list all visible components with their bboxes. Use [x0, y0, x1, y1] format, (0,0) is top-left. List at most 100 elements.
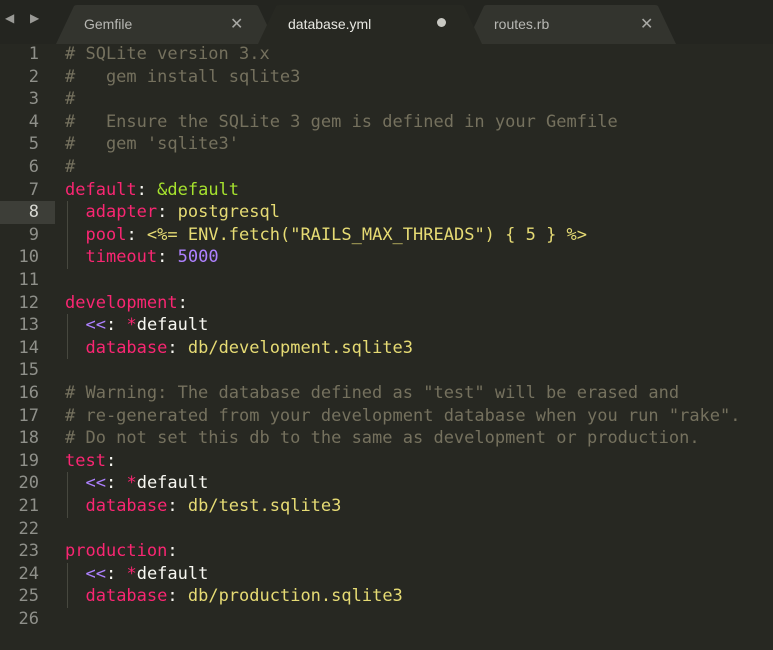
line-number: 6 [28, 157, 39, 177]
code-text: database: db/development.sqlite3 [65, 337, 413, 360]
line-number: 2 [28, 66, 39, 87]
code-token: : [177, 292, 188, 313]
code-line[interactable]: 9 pool: <%= ENV.fetch("RAILS_MAX_THREADS… [0, 223, 773, 247]
line-number: 24 [18, 563, 39, 584]
code-token: # re-generated from your development dat… [65, 405, 741, 426]
code-token: : [126, 224, 147, 245]
code-token: pool [85, 224, 127, 245]
code-token: : [157, 202, 178, 223]
code-text: development: [65, 292, 188, 315]
code-token: # Warning: The database defined as "test… [65, 383, 680, 403]
code-text: # re-generated from your development dat… [65, 405, 741, 428]
code-line[interactable]: 21 database: db/test.sqlite3 [0, 495, 773, 518]
code-line[interactable]: 16 # Warning: The database defined as "te… [0, 382, 773, 405]
tab-gemfile[interactable]: Gemfile ✕ [56, 5, 276, 44]
line-number: 26 [18, 609, 39, 629]
code-token: &default [157, 179, 240, 200]
code-token: * [126, 563, 137, 584]
line-number: 23 [18, 541, 39, 562]
line-number: 19 [18, 450, 39, 471]
code-token: database [85, 586, 168, 607]
code-token: database [85, 496, 168, 516]
code-line[interactable]: 22 [0, 518, 773, 541]
code-line[interactable]: 3 # [0, 88, 773, 111]
line-number: 18 [18, 428, 39, 449]
code-editor[interactable]: 1 # SQLite version 3.x 2 # gem install sqli… [0, 44, 773, 650]
code-text: # Do not set this db to the same as deve… [65, 427, 700, 450]
code-text: # gem install sqlite3 [65, 66, 300, 89]
close-icon[interactable]: ✕ [230, 14, 243, 34]
code-line[interactable]: 5 # gem 'sqlite3' [0, 133, 773, 156]
tab-label: Gemfile [84, 16, 133, 32]
code-token: : [157, 247, 178, 268]
code-line[interactable]: 12 development: [0, 292, 773, 315]
code-text: pool: <%= ENV.fetch("RAILS_MAX_THREADS")… [65, 224, 587, 247]
tab-routes[interactable]: routes.rb ✕ [466, 5, 676, 44]
code-line[interactable]: 25 database: db/production.sqlite3 [0, 585, 773, 608]
code-token: db/test.sqlite3 [187, 496, 342, 516]
code-text: <<: *default [65, 314, 208, 337]
code-line[interactable]: 18 # Do not set this db to the same as de… [0, 427, 773, 450]
line-number: 8 [28, 202, 39, 223]
code-token: # gem 'sqlite3' [65, 134, 239, 155]
code-text: # Ensure the SQLite 3 gem is defined in … [65, 111, 618, 134]
code-token: # [65, 89, 76, 110]
code-line[interactable]: 20 <<: *default [0, 472, 773, 495]
code-token: : [167, 337, 188, 358]
code-token: : [167, 496, 188, 516]
code-text: # SQLite version 3.x [65, 43, 270, 66]
code-token: default [65, 179, 137, 200]
code-line[interactable]: 15 [0, 359, 773, 382]
code-token: : [136, 179, 158, 200]
code-text: database: db/production.sqlite3 [65, 585, 403, 608]
code-token: # Do not set this db to the same as deve… [65, 428, 700, 449]
code-line[interactable]: 8 adapter: postgresql [0, 201, 773, 224]
line-number: 13 [18, 315, 39, 336]
code-line[interactable]: 17 # re-generated from your development d… [0, 405, 773, 428]
code-line[interactable]: 11 [0, 269, 773, 292]
close-icon[interactable]: ✕ [640, 14, 653, 34]
code-line[interactable]: 1 # SQLite version 3.x [0, 43, 773, 66]
code-line[interactable]: 6 # [0, 156, 773, 179]
code-line[interactable]: 14 database: db/development.sqlite3 [0, 336, 773, 360]
code-token: : [105, 563, 127, 584]
line-number: 10 [18, 247, 39, 268]
code-token: adapter [85, 202, 158, 223]
code-line[interactable]: 13 <<: *default [0, 314, 773, 337]
code-text: adapter: postgresql [65, 201, 280, 224]
code-line[interactable]: 23 production: [0, 540, 773, 563]
scroll-tabs-right-icon[interactable]: ▶ [30, 11, 39, 25]
code-token: << [85, 315, 106, 336]
line-number: 7 [28, 179, 39, 200]
code-token: timeout [85, 247, 158, 268]
code-token: # gem install sqlite3 [65, 66, 301, 87]
code-token: db/production.sqlite3 [187, 586, 403, 607]
code-line[interactable]: 4 # Ensure the SQLite 3 gem is defined in… [0, 111, 773, 134]
code-line[interactable]: 19 test: [0, 450, 773, 473]
code-token: : [105, 315, 127, 336]
line-number: 16 [18, 383, 39, 403]
code-text: database: db/test.sqlite3 [65, 495, 341, 518]
code-token: : [105, 450, 117, 471]
code-token: * [126, 473, 137, 494]
code-token: # Ensure the SQLite 3 gem is defined in … [65, 111, 618, 132]
tab-label: database.yml [288, 16, 372, 32]
code-text: # gem 'sqlite3' [65, 133, 239, 156]
line-number: 20 [18, 473, 39, 494]
code-line[interactable]: 24 <<: *default [0, 562, 773, 586]
code-line[interactable]: 10 timeout: 5000 [0, 246, 773, 269]
code-text: # [65, 88, 75, 111]
code-token: # SQLite version 3.x [65, 44, 270, 64]
code-line[interactable]: 26 [0, 608, 773, 631]
code-line[interactable]: 2 # gem install sqlite3 [0, 66, 773, 89]
scroll-tabs-left-icon[interactable]: ◀ [5, 11, 14, 25]
tab-database-yml[interactable]: database.yml [258, 5, 482, 44]
code-line[interactable]: 7 default: &default [0, 179, 773, 202]
unsaved-dot-icon[interactable] [437, 18, 446, 27]
